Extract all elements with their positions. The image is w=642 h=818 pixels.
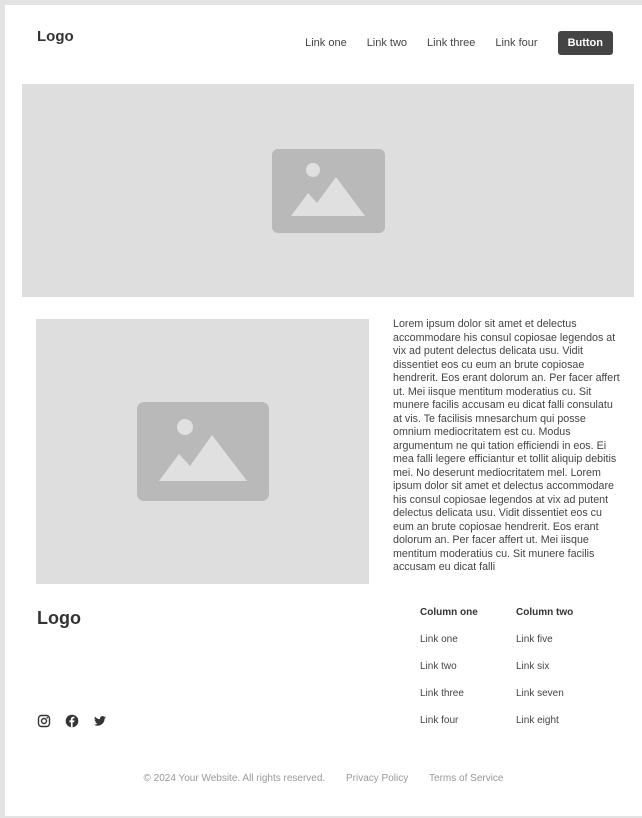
footer-logo[interactable]: Logo bbox=[37, 608, 81, 629]
footer-column-title: Column two bbox=[516, 607, 574, 618]
image-icon bbox=[271, 148, 385, 233]
footer-link[interactable]: Link five bbox=[516, 634, 573, 661]
page: Logo Link one Link two Link three Link f… bbox=[5, 5, 642, 816]
footer-link[interactable]: Link seven bbox=[516, 688, 573, 715]
privacy-policy-link[interactable]: Privacy Policy bbox=[346, 773, 408, 784]
facebook-icon[interactable] bbox=[65, 714, 79, 728]
footer-link[interactable]: Link eight bbox=[516, 715, 573, 742]
header-logo[interactable]: Logo bbox=[37, 28, 74, 45]
nav-link-two[interactable]: Link two bbox=[367, 37, 407, 49]
header-button[interactable]: Button bbox=[557, 31, 613, 55]
footer-link[interactable]: Link three bbox=[420, 688, 478, 715]
social-links bbox=[37, 714, 121, 728]
footer-column-one: Column one Link one Link two Link three … bbox=[420, 607, 478, 742]
nav-link-four[interactable]: Link four bbox=[495, 37, 537, 49]
footer-column-title: Column one bbox=[420, 607, 478, 618]
twitter-icon[interactable] bbox=[93, 714, 107, 728]
footer-link[interactable]: Link four bbox=[420, 715, 478, 742]
hero-image-placeholder bbox=[22, 84, 634, 297]
terms-of-service-link[interactable]: Terms of Service bbox=[429, 773, 503, 784]
content-image-placeholder bbox=[36, 319, 369, 584]
copyright-text: © 2024 Your Website. All rights reserved… bbox=[143, 773, 326, 784]
instagram-icon[interactable] bbox=[37, 714, 51, 728]
footer-link[interactable]: Link two bbox=[420, 661, 478, 688]
nav-link-one[interactable]: Link one bbox=[305, 37, 347, 49]
main-nav: Link one Link two Link three Link four B… bbox=[305, 31, 613, 55]
footer-link[interactable]: Link one bbox=[420, 634, 478, 661]
content-paragraph: Lorem ipsum dolor sit amet et delectus a… bbox=[393, 318, 620, 573]
image-icon bbox=[136, 402, 269, 501]
footer-link[interactable]: Link six bbox=[516, 661, 573, 688]
footer-column-two: Column two Link five Link six Link seven… bbox=[516, 607, 573, 742]
nav-link-three[interactable]: Link three bbox=[427, 37, 475, 49]
footer-bottom-bar: © 2024 Your Website. All rights reserved… bbox=[5, 773, 642, 784]
